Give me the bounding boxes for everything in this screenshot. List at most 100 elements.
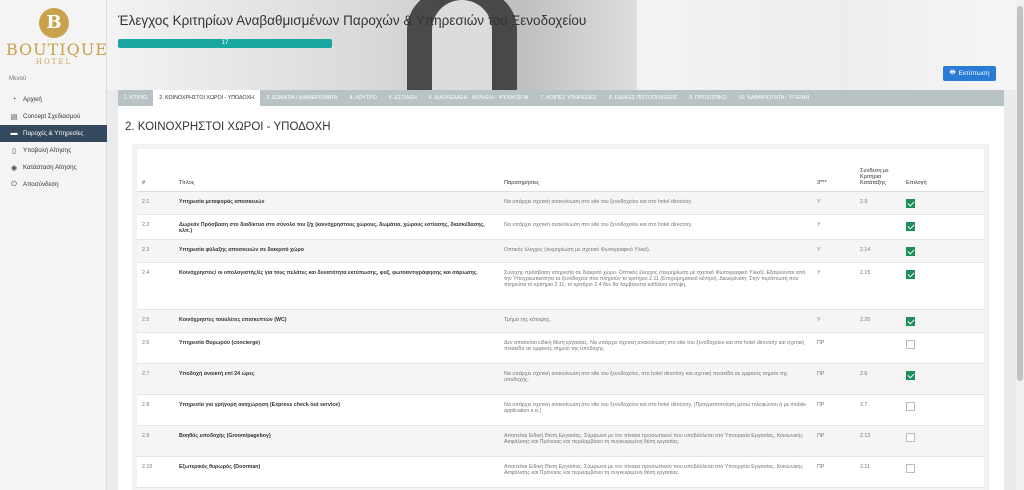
tab-9[interactable]: 9. ΠΡΟΣΩΠΙΚΟ — [683, 90, 732, 106]
sidebar-item-label: Αρχική — [23, 96, 42, 103]
tab-2[interactable]: 2. ΚΟΙΝΟΧΡΗΣΤΟΙ ΧΩΡΟΙ - ΥΠΟΔΟΧΗ — [153, 90, 260, 106]
sidebar-item-label: Κατάσταση Αίτησης — [23, 164, 77, 171]
tab-8[interactable]: 8. ΕΙΔΙΚΕΣ ΠΙΣΤΟΠΟΙΗΣΕΙΣ — [603, 90, 683, 106]
progress-label: 17 — [221, 40, 229, 46]
sidebar-item-label: Αποσύνδεση — [23, 181, 59, 188]
row-link: 2.20 — [855, 309, 901, 333]
row-select — [901, 425, 984, 457]
check-circle-icon: ◉ — [10, 164, 18, 172]
row-notes: Να υπάρχει σχετική ανακοίνωση στο site τ… — [499, 214, 812, 240]
row-link: 2.14 — [855, 239, 901, 263]
row-num: 2.10 — [137, 456, 174, 488]
row-stars: ΠΡ — [812, 332, 855, 364]
select-checkbox[interactable] — [906, 269, 915, 279]
row-notes: Απαιτείται Ειδική Θέση Εργασίας. Σύμφωνα… — [499, 456, 812, 488]
table-row: 2.6 Υπηρεσία Θυρωρού (concierge) Δεν απαιτ… — [137, 332, 984, 364]
row-num: 2.9 — [137, 425, 174, 457]
table-row: 2.7 Υποδοχή ανοικτή επί 24 ώρες Να υπάρχει… — [137, 363, 984, 395]
select-checkbox[interactable] — [906, 432, 915, 442]
col-header-notes: Παρατηρήσεις — [499, 149, 812, 192]
bed-icon: ▬ — [10, 130, 18, 137]
row-num: 2.8 — [137, 394, 174, 426]
select-checkbox[interactable] — [906, 246, 915, 256]
row-stars: Y — [812, 262, 855, 310]
menu-label: Μενού — [9, 76, 27, 82]
select-checkbox[interactable] — [906, 401, 915, 411]
table-row: 2.1 Υπηρεσία μεταφοράς αποσκευών Να υπάρχε… — [137, 191, 984, 215]
hotel-logo[interactable]: B BOUTIQUE HOTEL — [6, 8, 108, 74]
sidebar: B BOUTIQUE HOTEL Μενού ◔ Αρχική ▤ Concept Σ… — [0, 0, 107, 490]
print-button[interactable]: 🖶 Εκτύπωση — [943, 66, 996, 81]
select-checkbox[interactable] — [906, 316, 915, 326]
row-select — [901, 262, 984, 310]
col-header-title: Τίτλος — [174, 149, 499, 192]
table-row: 2.10 Εξωτερικός θυρωρός (Doorman) Απαιτείτ… — [137, 456, 984, 488]
row-link: 2.13 — [855, 425, 901, 457]
row-num: 2.1 — [137, 191, 174, 215]
row-select — [901, 363, 984, 395]
row-notes: Συνεχής πρόσβαση υπηρεσία σε διακριτό χώ… — [499, 262, 812, 310]
tab-1[interactable]: 1. ΚΤΙΡΙΟ — [118, 90, 153, 106]
tab-6[interactable]: 6. ΔΙΑΣΚΕΔΑΣΗ - ΑΘΛΗΣΗ - ΨΥΧΑΓΩΓΙΑ — [423, 90, 535, 106]
print-label: Εκτύπωση — [958, 70, 990, 77]
row-title: Βοηθός υποδοχής (Groom/pageboy) — [174, 425, 499, 457]
criteria-table-wrap: # Τίτλος Παρατηρήσεις 3*** Συνδεση με Κρ… — [132, 144, 989, 490]
table-row: 2.3 Υπηρεσία φύλαξης αποσκευών σε διακριτ… — [137, 239, 984, 263]
logo-name: BOUTIQUE — [6, 40, 108, 59]
row-link — [855, 332, 901, 364]
row-notes: Να υπάρχει σχετική ανακοίνωση στο site τ… — [499, 191, 812, 215]
sidebar-item-5[interactable]: ⏻ Αποσύνδεση — [0, 176, 107, 193]
criteria-table: # Τίτλος Παρατηρήσεις 3*** Συνδεση με Κρ… — [137, 149, 984, 490]
page-scrollbar[interactable] — [1016, 0, 1024, 490]
row-notes: Οπτικός έλεγχος (τεκμηρίωση με σχετικό Φ… — [499, 239, 812, 263]
sidebar-item-label: Παροχές & Υπηρεσίες — [23, 130, 84, 137]
row-title: Υπηρεσία Θυρωρού (concierge) — [174, 332, 499, 364]
row-select — [901, 239, 984, 263]
logo-mark: B — [39, 8, 69, 38]
col-header-num: # — [137, 149, 174, 192]
sidebar-item-1[interactable]: ▤ Concept Σχεδιασμού — [0, 108, 107, 125]
power-icon: ⏻ — [11, 180, 17, 188]
row-num: 2.4 — [137, 262, 174, 310]
select-checkbox[interactable] — [906, 463, 915, 473]
row-title: Υπηρεσία φύλαξης αποσκευών σε διακριτό χ… — [174, 239, 499, 263]
row-select — [901, 394, 984, 426]
sidebar-item-2[interactable]: ▬ Παροχές & Υπηρεσίες — [0, 125, 107, 142]
table-row: 2.4 Κοινόχρηστος/ οι υπολογιστής/ές για τ… — [137, 262, 984, 310]
row-num: 2.7 — [137, 363, 174, 395]
select-checkbox[interactable] — [906, 221, 915, 231]
select-checkbox[interactable] — [906, 339, 915, 349]
sidebar-item-0[interactable]: ◔ Αρχική — [0, 91, 107, 108]
row-title: Κοινόχρηστος/ οι υπολογιστής/ές για τους… — [174, 262, 499, 310]
row-select — [901, 191, 984, 215]
logo-sub: HOTEL — [35, 58, 73, 66]
tab-10[interactable]: 10. ΚΑΘΑΡΙΟΤΗΤΑ - ΥΓΙΕΙΝΗ — [733, 90, 816, 106]
tab-7[interactable]: 7. ΛΟΙΠΕΣ ΥΠΗΡΕΣΙΕΣ — [534, 90, 602, 106]
row-select — [901, 332, 984, 364]
tab-4[interactable]: 4. ΛΟΥΤΡΟ — [343, 90, 382, 106]
tab-3[interactable]: 3. ΔΩΜΑΤΙΑ / ΔΙΑΜΕΡΙΣΜΑΤΑ — [260, 90, 343, 106]
row-select — [901, 214, 984, 240]
tab-5[interactable]: 5. ΕΣΤΙΑΣΗ — [383, 90, 423, 106]
row-link: 2.9 — [855, 191, 901, 215]
select-checkbox[interactable] — [906, 198, 915, 208]
file-icon: ▯ — [12, 147, 16, 155]
scrollbar-thumb[interactable] — [1017, 6, 1023, 381]
row-num: 2.6 — [137, 332, 174, 364]
row-stars: Y — [812, 239, 855, 263]
row-title: Κοινόχρηστες τουαλέτες επισκεπτών (WC) — [174, 309, 499, 333]
row-notes: Τμήμα της κάτοψης. — [499, 309, 812, 333]
progress-bar: 17 — [118, 39, 332, 48]
row-stars: Y — [812, 191, 855, 215]
row-stars: Y — [812, 214, 855, 240]
sidebar-item-3[interactable]: ▯ Υποβολή Αίτησης — [0, 142, 107, 159]
row-title: Υποδοχή ανοικτή επί 24 ώρες — [174, 363, 499, 395]
content-panel: 2. ΚΟΙΝΟΧΡΗΣΤΟΙ ΧΩΡΟΙ - ΥΠΟΔΟΧΗ # Τίτλος… — [118, 106, 1004, 490]
sidebar-item-4[interactable]: ◉ Κατάσταση Αίτησης — [0, 159, 107, 176]
row-title: Υπηρεσία μεταφοράς αποσκευών — [174, 191, 499, 215]
table-row: 2.2 Δωρεάν Πρόσβαση στο διαδίκτυο στο σύν… — [137, 214, 984, 240]
col-header-select: Επιλογή — [901, 149, 984, 192]
select-checkbox[interactable] — [906, 370, 915, 380]
row-stars: ΠΡ — [812, 394, 855, 426]
row-num: 2.2 — [137, 214, 174, 240]
